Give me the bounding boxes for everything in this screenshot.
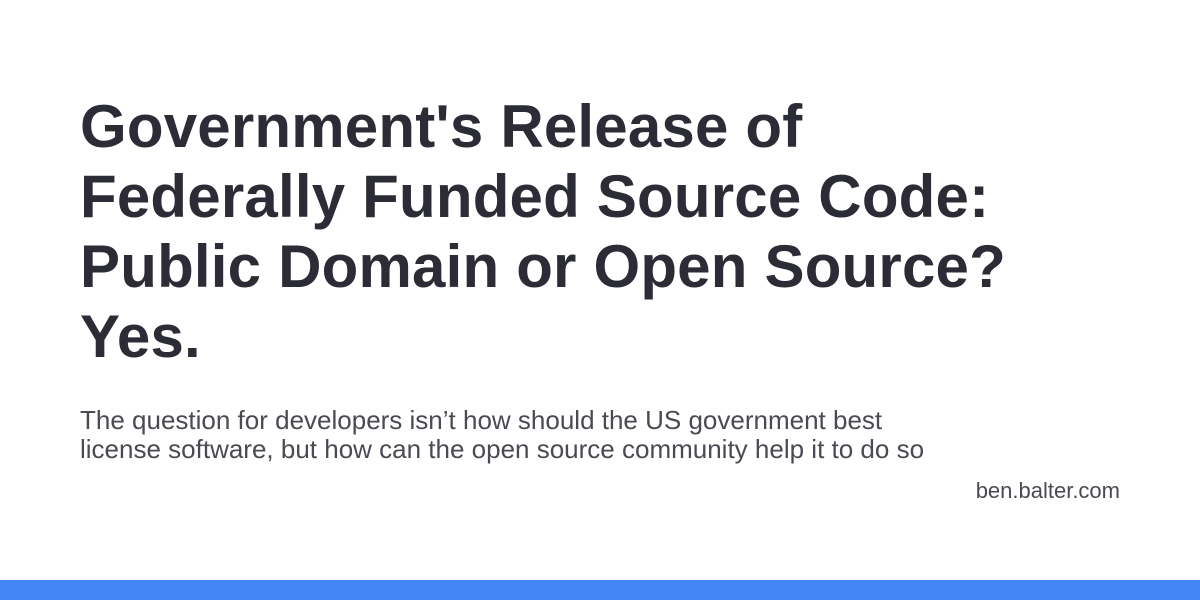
title-line-1: Government's Release of bbox=[80, 93, 803, 160]
title-line-4: Yes. bbox=[80, 303, 201, 370]
title-line-2: Federally Funded Source Code: bbox=[80, 163, 990, 230]
title-line-3: Public Domain or Open Source? bbox=[80, 233, 1006, 300]
site-domain: ben.balter.com bbox=[975, 478, 1120, 503]
page-title: Government's Release of Federally Funded… bbox=[80, 92, 1140, 372]
description-text: The question for developers isn’t how sh… bbox=[80, 405, 925, 464]
accent-bar bbox=[0, 580, 1200, 600]
social-card: Government's Release of Federally Funded… bbox=[0, 0, 1200, 600]
